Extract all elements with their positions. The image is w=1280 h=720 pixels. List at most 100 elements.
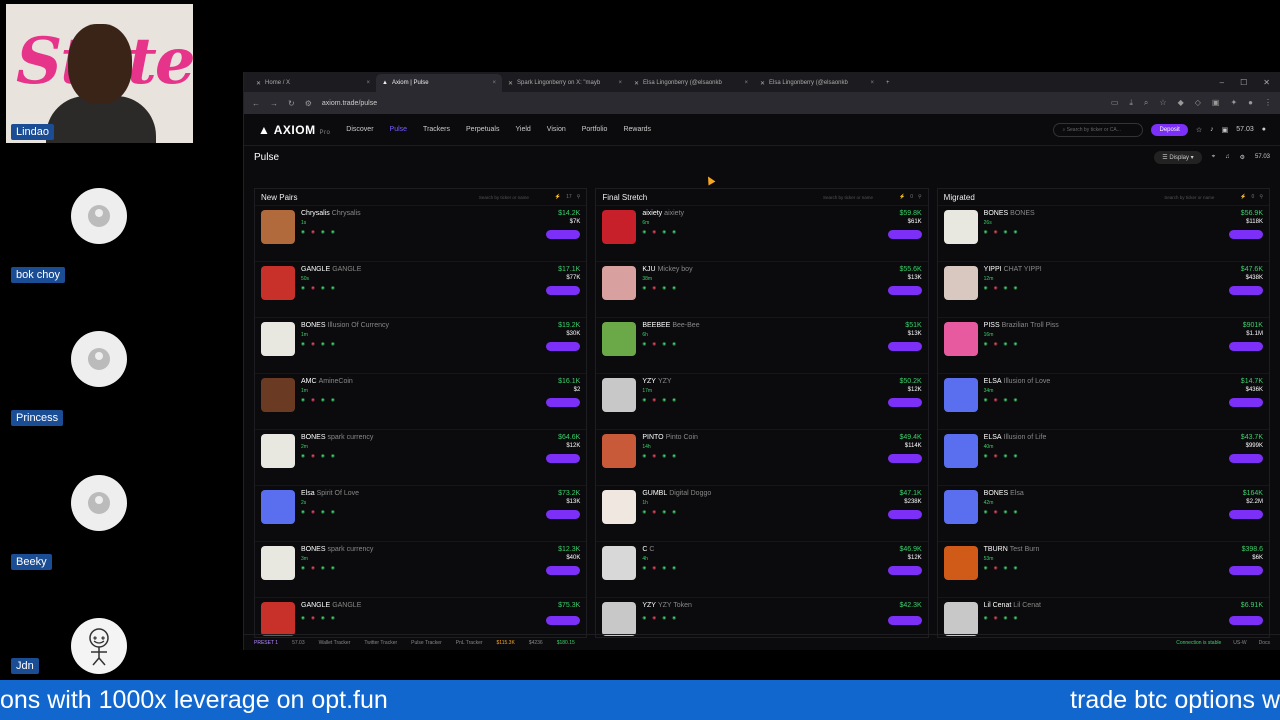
quick-buy-button[interactable] [546, 616, 581, 625]
nav-portfolio[interactable]: Portfolio [582, 126, 608, 133]
close-tab-icon[interactable]: × [870, 80, 874, 86]
browser-tab[interactable]: ✕ Home / X × [250, 74, 376, 92]
quick-buy-button[interactable] [887, 286, 922, 295]
token-image[interactable] [261, 434, 295, 468]
token-image[interactable] [602, 266, 637, 300]
token-row[interactable]: BONES Illusion Of Currency 1m ◉ ◉ ◉ ◉ $19.2K… [255, 317, 587, 373]
token-image[interactable] [261, 602, 295, 636]
quick-buy-button[interactable] [887, 566, 922, 575]
lightning-icon[interactable]: ⚡ [899, 194, 905, 200]
token-row[interactable]: YIPPI CHAT YIPPI 12m ◉ ◉ ◉ ◉ $47.6K $438K [937, 261, 1269, 317]
extension-icon[interactable]: ▣ [1212, 98, 1220, 108]
pulse-tracker-link[interactable]: Pulse Tracker [411, 640, 442, 646]
preset-selector[interactable]: PRESET 1 [254, 640, 278, 646]
nav-trackers[interactable]: Trackers [423, 126, 450, 133]
lightning-icon[interactable]: ⚡ [1240, 194, 1246, 200]
token-row[interactable]: YZY YZY 17m ◉ ◉ ◉ ◉ $50.2K $12K [596, 373, 928, 429]
close-tab-icon[interactable]: × [618, 80, 622, 86]
site-info-icon[interactable]: ⚙ [305, 99, 312, 108]
quick-buy-button[interactable] [887, 342, 922, 351]
filter-icon[interactable]: ⚲ [1259, 194, 1263, 200]
quick-buy-button[interactable] [1228, 398, 1263, 407]
pnl-tracker-link[interactable]: PnL Tracker [456, 640, 483, 646]
browser-tab[interactable]: ✕ Elsa Lingonberry (@elsaonkb × [628, 74, 754, 92]
bell-icon[interactable]: ♪ [1210, 126, 1214, 133]
forward-icon[interactable]: → [270, 99, 278, 108]
minimize-icon[interactable]: – [1220, 78, 1224, 87]
token-image[interactable] [943, 210, 978, 244]
user-icon[interactable]: ● [1262, 126, 1266, 133]
filter-icon[interactable]: ⚲ [918, 194, 922, 200]
token-row[interactable]: PISS Brazilian Troll Piss 16m ◉ ◉ ◉ ◉ $901K … [937, 317, 1269, 373]
global-search[interactable]: ⌕ Search by ticker or CA... [1053, 122, 1144, 137]
token-image[interactable] [943, 322, 978, 356]
close-tab-icon[interactable]: × [366, 80, 370, 86]
twitter-tracker-link[interactable]: Twitter Tracker [364, 640, 397, 646]
display-button[interactable]: ☰ Display ▾ [1154, 150, 1202, 164]
quick-buy-button[interactable] [546, 342, 581, 351]
token-image[interactable] [943, 434, 978, 468]
token-image[interactable] [261, 378, 295, 412]
token-row[interactable]: GANGLE GANGLE 50s ◉ ◉ ◉ ◉ $17.1K $77K [255, 261, 587, 317]
token-row[interactable]: YZY YZY Token ◉ ◉ ◉ ◉ $42.3K [596, 597, 928, 637]
token-image[interactable] [261, 322, 295, 356]
token-row[interactable]: KJU Mickey boy 38m ◉ ◉ ◉ ◉ $55.6K $13K [596, 261, 928, 317]
docs-link[interactable]: Docs [1259, 640, 1270, 646]
token-image[interactable] [602, 546, 637, 580]
quick-buy-button[interactable] [1228, 286, 1263, 295]
quick-buy-button[interactable] [546, 286, 581, 295]
token-row[interactable]: ELSA Illusion of Love 34m ◉ ◉ ◉ ◉ $14.7K $43… [937, 373, 1269, 429]
quick-buy-button[interactable] [887, 510, 922, 519]
token-image[interactable] [602, 434, 637, 468]
extension-icon[interactable]: ◇ [1195, 98, 1201, 108]
bookmark-star-icon[interactable]: ☆ [1159, 98, 1166, 108]
browser-tab-active[interactable]: ▲ Axiom | Pulse × [376, 74, 502, 92]
column-search[interactable]: Search by ticker or name [823, 195, 893, 200]
deposit-button[interactable]: Deposit [1151, 123, 1188, 136]
token-image[interactable] [602, 490, 637, 524]
nav-yield[interactable]: Yield [515, 126, 530, 133]
extension-icon[interactable]: ◆ [1178, 98, 1184, 108]
axiom-logo[interactable]: ▲ AXIOM Pro [258, 123, 330, 137]
reload-icon[interactable]: ↻ [288, 99, 295, 108]
token-row[interactable]: GUMBL Digital Doggo 1h ◉ ◉ ◉ ◉ $47.1K $238K [596, 485, 928, 541]
token-image[interactable] [602, 210, 637, 244]
token-row[interactable]: AMC AmineCoin 1m ◉ ◉ ◉ ◉ $16.1K $2 [255, 373, 587, 429]
token-image[interactable] [943, 602, 978, 636]
quick-buy-button[interactable] [1228, 510, 1263, 519]
quick-buy-button[interactable] [1228, 566, 1263, 575]
wallet-icon[interactable]: ▣ [1222, 126, 1229, 134]
token-image[interactable] [261, 210, 295, 244]
bookmark-icon[interactable]: ⌖ [1212, 154, 1215, 161]
token-row[interactable]: Elsa Spirit Of Love 2s ◉ ◉ ◉ ◉ $73.2K $13K [255, 485, 587, 541]
close-tab-icon[interactable]: × [744, 80, 748, 86]
new-tab-button[interactable]: + [880, 74, 900, 92]
token-row[interactable]: ELSA Illusion of Life 40m ◉ ◉ ◉ ◉ $43.7K $99… [937, 429, 1269, 485]
page-balance[interactable]: 57.03 [1255, 154, 1270, 160]
quick-buy-button[interactable] [887, 616, 922, 625]
settings-icon[interactable]: ⚙ [1240, 154, 1245, 161]
status-balance[interactable]: 57.03 [292, 640, 305, 646]
quick-buy-button[interactable] [887, 398, 922, 407]
quick-buy-button[interactable] [1228, 342, 1263, 351]
menu-icon[interactable]: ⋮ [1264, 98, 1272, 108]
star-icon[interactable]: ☆ [1196, 126, 1202, 134]
token-row[interactable]: Chrysalis Chrysalis 1s ◉ ◉ ◉ ◉ $14.2K $7K [255, 205, 587, 261]
token-image[interactable] [943, 546, 978, 580]
download-icon[interactable]: ⤓ [1129, 98, 1133, 108]
token-row[interactable]: BONES BONES 26s ◉ ◉ ◉ ◉ $56.9K $118K [937, 205, 1269, 261]
back-icon[interactable]: ← [252, 99, 260, 108]
nav-pulse[interactable]: Pulse [390, 126, 408, 133]
token-row[interactable]: aixiety aixiety 6m ◉ ◉ ◉ ◉ $59.8K $61K [596, 205, 928, 261]
quick-buy-button[interactable] [546, 230, 581, 239]
token-image[interactable] [943, 378, 978, 412]
quick-buy-button[interactable] [1228, 454, 1263, 463]
filter-icon[interactable]: ⚲ [577, 194, 581, 200]
token-image[interactable] [943, 490, 978, 524]
token-image[interactable] [602, 378, 637, 412]
nav-perpetuals[interactable]: Perpetuals [466, 126, 499, 133]
zoom-icon[interactable]: ⌕ [1144, 98, 1148, 108]
cast-icon[interactable]: ▭ [1111, 98, 1119, 108]
token-row[interactable]: BONES Elsa 42m ◉ ◉ ◉ ◉ $164K $2.2M [937, 485, 1269, 541]
quick-buy-button[interactable] [1228, 616, 1263, 625]
